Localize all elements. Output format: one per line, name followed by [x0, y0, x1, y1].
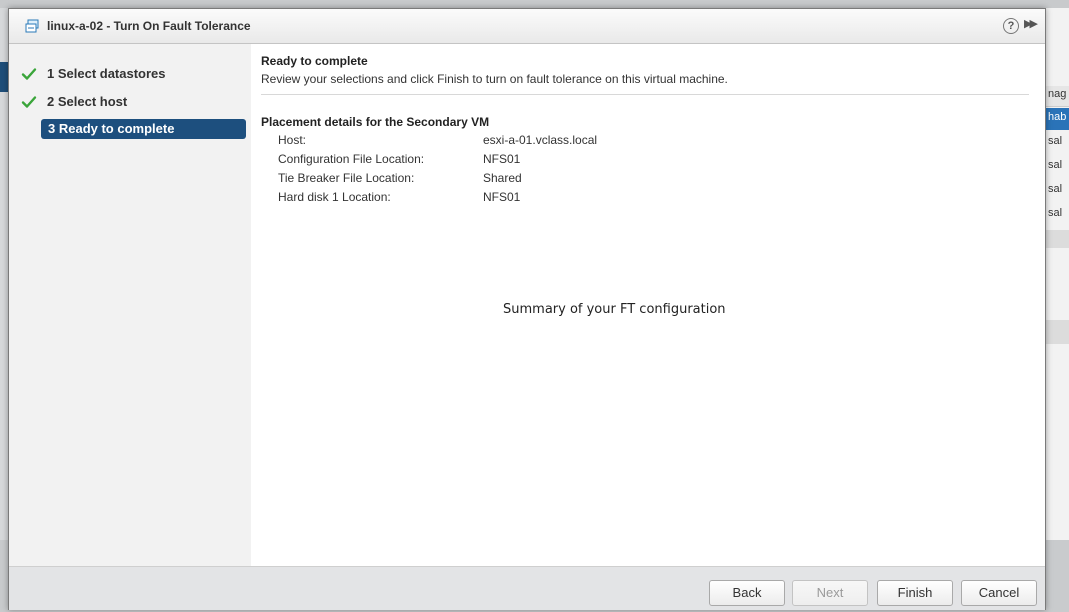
dialog-title: linux-a-02 - Turn On Fault Tolerance [47, 19, 251, 33]
divider [261, 94, 1029, 95]
detail-row-config-file-location: Configuration File Location: NFS01 [278, 152, 778, 170]
wizard-content-pane: Ready to complete Review your selections… [251, 44, 1045, 566]
checkmark-icon [21, 96, 37, 108]
background-text-fragment: sal [1048, 207, 1063, 219]
background-row [1046, 320, 1069, 344]
background-app-header [0, 0, 1069, 8]
detail-value: NFS01 [483, 152, 521, 166]
wizard-step-label: 1 Select datastores [47, 66, 166, 81]
detail-row-tie-breaker-location: Tie Breaker File Location: Shared [278, 171, 778, 189]
vm-icon [25, 19, 39, 33]
detail-key: Configuration File Location: [278, 152, 425, 166]
detail-value: Shared [483, 171, 522, 185]
wizard-step-label: 3 Ready to complete [48, 121, 175, 136]
wizard-step-label: 2 Select host [47, 94, 128, 109]
back-button[interactable]: Back [709, 580, 785, 606]
detail-key: Tie Breaker File Location: [278, 171, 415, 185]
background-accent-bar [0, 62, 8, 92]
page-title: Ready to complete [261, 54, 368, 68]
background-text-fragment: sal [1048, 135, 1063, 147]
background-text-fragment: sal [1048, 159, 1063, 171]
finish-button[interactable]: Finish [877, 580, 953, 606]
section-title: Placement details for the Secondary VM [261, 115, 490, 129]
wizard-step-ready-to-complete[interactable]: 3 Ready to complete [41, 119, 246, 139]
background-row [1046, 230, 1069, 248]
background-app-panel: nag hab sal sal sal sal [1045, 8, 1069, 612]
page-description: Review your selections and click Finish … [261, 72, 728, 86]
detail-row-hard-disk-location: Hard disk 1 Location: NFS01 [278, 190, 778, 208]
ft-wizard-dialog: linux-a-02 - Turn On Fault Tolerance ? ▶… [8, 8, 1046, 610]
checkmark-icon [21, 68, 37, 80]
dialog-titlebar: linux-a-02 - Turn On Fault Tolerance ? ▶… [9, 9, 1045, 44]
summary-annotation: Summary of your FT configuration [503, 302, 726, 317]
background-text-fragment: nag [1048, 88, 1067, 100]
wizard-steps-sidebar: 1 Select datastores 2 Select host 3 Read… [9, 44, 251, 566]
wizard-step-select-host[interactable]: 2 Select host [17, 92, 245, 112]
help-icon[interactable]: ? [1003, 18, 1019, 34]
detail-value: esxi-a-01.vclass.local [483, 133, 598, 147]
next-button[interactable]: Next [792, 580, 868, 606]
detail-key: Hard disk 1 Location: [278, 190, 391, 204]
background-text-fragment: sal [1048, 183, 1063, 195]
detail-row-host: Host: esxi-a-01.vclass.local [278, 133, 778, 151]
detail-value: NFS01 [483, 190, 521, 204]
cancel-button[interactable]: Cancel [961, 580, 1037, 606]
wizard-footer: Back Next Finish Cancel [9, 566, 1045, 610]
expand-icon[interactable]: ▶▶ [1024, 17, 1038, 30]
wizard-step-select-datastores[interactable]: 1 Select datastores [17, 64, 245, 84]
detail-key: Host: [278, 133, 307, 147]
background-text-fragment: hab [1048, 111, 1067, 123]
